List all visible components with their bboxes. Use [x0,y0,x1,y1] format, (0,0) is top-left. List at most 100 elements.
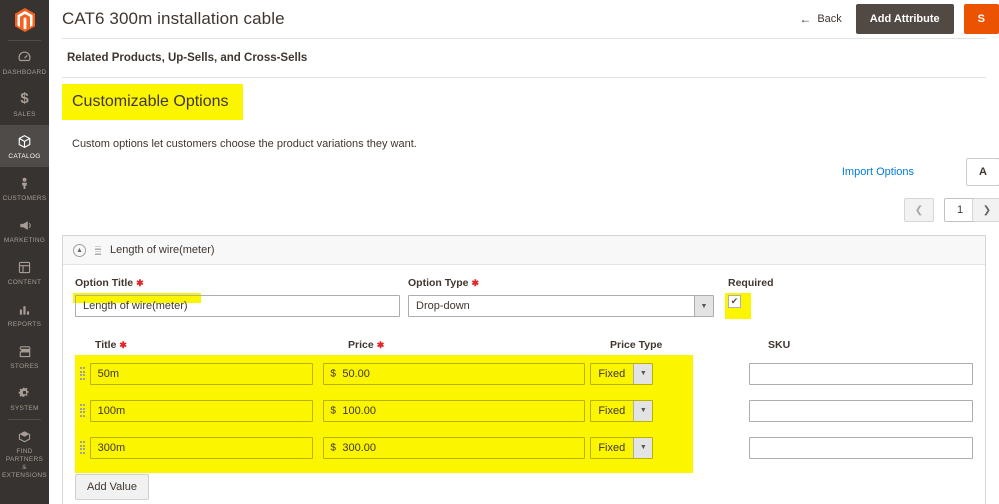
custom-options-description: Custom options let customers choose the … [72,138,417,150]
sidebar-item-stores[interactable]: STORES [0,335,49,377]
option-required-checkbox[interactable]: ✔ [728,295,741,308]
chevron-down-icon-1[interactable]: ▼ [633,363,653,384]
value-price-type-select-3[interactable]: Fixed ▼ [590,436,654,459]
sidebar-label-customers: CUSTOMERS [2,195,47,202]
custom-option-header[interactable]: ▲ Length of wire(meter) [63,236,985,265]
option-title-label-text: Option Title [75,277,134,289]
chevron-left-icon[interactable]: ❮ [904,198,934,222]
value-sku-input-2[interactable] [749,399,974,422]
page-title: CAT6 300m installation cable [62,9,285,28]
required-asterisk-3: ✱ [119,340,127,350]
value-price-input-2[interactable] [323,399,586,422]
values-table-header: Title ✱ Price ✱ Price Type SKU [75,329,973,355]
row-drag-handle-icon[interactable] [75,404,90,417]
sidebar-label-stores: STORES [10,363,39,370]
sidebar-label-sales: SALES [13,111,36,118]
sidebar-item-system[interactable]: SYSTEM [0,377,49,419]
sidebar-item-find-partners[interactable]: FIND PARTNERS & EXTENSIONS [0,420,49,486]
option-title-input[interactable] [75,295,400,317]
value-sku-input-1[interactable] [749,362,974,385]
option-type-label: Option Type ✱ [408,277,714,289]
back-button-label: Back [817,13,842,25]
section-related-products[interactable]: Related Products, Up-Sells, and Cross-Se… [49,39,999,77]
magento-logo-icon[interactable] [0,0,49,40]
row-drag-handle-icon[interactable] [75,367,90,380]
back-button[interactable]: ← Back [799,12,855,26]
catalog-box-icon [17,132,32,150]
header-actions: ← Back Add Attribute S [799,0,999,38]
column-header-title-text: Title [95,339,117,351]
page-content: Related Products, Up-Sells, and Cross-Se… [49,38,999,504]
option-type-label-text: Option Type [408,277,469,289]
drag-dots [79,367,86,380]
customers-person-icon [17,174,32,192]
sidebar-item-marketing[interactable]: MARKETING [0,209,49,251]
value-title-input-2[interactable] [89,399,314,422]
page-header: CAT6 300m installation cable ← Back Add … [49,0,999,38]
column-header-price-text: Price [348,339,374,351]
sidebar-item-dashboard[interactable]: DASHBOARD [0,41,49,83]
option-values-table: Title ✱ Price ✱ Price Type SKU 50m $ 50.… [75,329,974,504]
sidebar-label-dashboard: DASHBOARD [2,69,47,76]
drag-dots [79,404,86,417]
value-price-wrap-2: $ [323,399,586,422]
add-attribute-button[interactable]: Add Attribute [855,4,954,34]
table-row: $ Fixed ▼ [75,392,974,429]
value-price-input-3[interactable] [323,436,586,459]
value-title-input-3[interactable] [89,436,314,459]
sales-dollar-icon: $ [20,90,29,107]
section-related-products-label: Related Products, Up-Sells, and Cross-Se… [67,52,308,64]
stores-shop-icon [17,342,33,360]
drag-dots [79,441,86,454]
option-type-field: Option Type ✱ Drop-down ▼ [408,277,714,317]
chevron-up-circle-icon[interactable]: ▲ [73,243,86,257]
sidebar-item-customers[interactable]: CUSTOMERS [0,167,49,209]
required-asterisk-4: ✱ [376,340,385,350]
value-price-wrap-3: $ [323,436,586,459]
options-pager: ❮ 1 ❯ [62,198,999,228]
sidebar-item-content[interactable]: CONTENT [0,251,49,293]
value-title-input-1[interactable] [89,362,314,385]
option-type-select[interactable]: Drop-down ▼ [408,295,714,317]
value-sku-input-3[interactable] [749,436,974,459]
chevron-down-icon[interactable]: ▼ [694,296,713,316]
system-gear-icon [17,384,32,402]
column-header-title: Title ✱ [95,339,348,351]
row-drag-handle-icon[interactable] [75,441,90,454]
sidebar-label-content: CONTENT [7,279,42,286]
custom-option-header-title: Length of wire(meter) [110,244,215,256]
required-asterisk: ✱ [136,278,144,288]
option-title-label: Option Title ✱ [75,277,400,289]
content-window-icon [17,258,32,276]
add-value-row: Add Value [75,466,973,504]
chevron-right-icon[interactable]: ❯ [972,198,999,222]
add-value-button[interactable]: Add Value [75,474,149,500]
value-price-input-1[interactable] [323,362,586,385]
sidebar-item-catalog[interactable]: CATALOG [0,125,49,167]
drag-handle-icon[interactable] [95,245,101,255]
required-asterisk-2: ✱ [471,278,480,288]
marketing-megaphone-icon [17,216,33,234]
custom-option-body: Option Title✱ Option Type✱ Drop-down ▼ [63,265,985,504]
sidebar-label-reports: REPORTS [7,321,42,328]
chevron-down-icon-3[interactable]: ▼ [633,437,653,458]
column-header-sku: SKU [768,339,791,351]
value-price-type-select-2[interactable]: Fixed ▼ [590,399,654,422]
sidebar-label-marketing: MARKETING [3,237,46,244]
section-customizable-options[interactable]: Customizable Options [49,78,999,120]
import-options-link[interactable]: Import Options [842,166,914,178]
option-fields-row: Option Title✱ Option Type✱ Drop-down ▼ [63,277,985,323]
add-option-button[interactable]: A [966,158,999,186]
sidebar-item-sales[interactable]: $ SALES [0,83,49,125]
arrow-left-icon: ← [799,12,812,26]
custom-option-panel: ▲ Length of wire(meter) Option Title ✱ L… [62,235,986,504]
option-required-field: Required ✔ [725,277,774,319]
sidebar-item-reports[interactable]: REPORTS [0,293,49,335]
save-button[interactable]: S [963,4,999,34]
value-price-type-select-1[interactable]: Fixed ▼ [590,362,654,385]
sidebar-label-catalog: CATALOG [8,153,41,160]
custom-options-toolbar: Import Options A [62,158,999,192]
table-row: $ Fixed ▼ [75,355,974,392]
option-required-label: Required [728,277,774,289]
chevron-down-icon-2[interactable]: ▼ [633,400,653,421]
